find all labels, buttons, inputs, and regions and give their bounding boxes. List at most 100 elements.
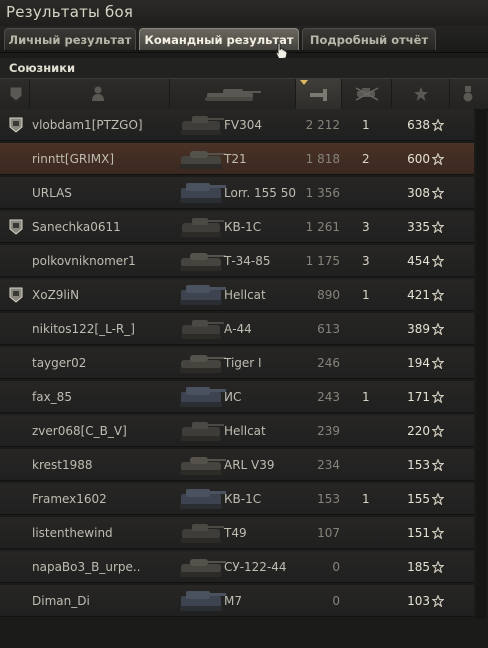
table-row[interactable]: tayger02 Tiger I 246 194 [0,347,474,379]
vehicle-thumbnail-icon [180,489,226,509]
table-header [0,78,488,110]
table-row[interactable]: URLAS Lorr. 155 50 1 356 308 [0,177,474,209]
table-row[interactable]: krest1988 ARL V39 234 153 [0,449,474,481]
vehicle-thumbnail-icon [181,422,224,441]
kills-value: 1 [362,118,370,132]
xp-value: 151 [407,526,430,540]
kills-value: 1 [362,390,370,404]
table-row[interactable]: Framex1602 КВ-1С 153 1 155 [0,483,474,515]
player-name: tayger02 [32,356,87,370]
vehicle-thumbnail-icon [180,591,226,611]
player-icon [92,86,104,101]
tab-personal-result[interactable]: Личный результат [4,28,136,50]
tank-icon [205,89,261,101]
xp-star-icon [432,561,444,573]
badge-icon [9,86,23,102]
table-row[interactable]: nikitos122[_L-R_] А-44 613 389 [0,313,474,345]
table-row[interactable]: XoZ9liN Hellcat 890 1 421 [0,279,474,311]
damage-value: 107 [317,526,340,540]
damage-value: 613 [317,322,340,336]
vehicle-thumbnail-icon [181,116,224,135]
column-header-player[interactable] [30,79,170,109]
vehicle-name: M7 [224,594,242,608]
damage-value: 1 818 [305,152,340,166]
table-row[interactable]: rinntt[GRIMX] T21 1 818 2 600 [0,143,474,175]
xp-value: 194 [407,356,430,370]
vehicle-name: Tiger I [224,356,262,370]
xp-star-icon [432,119,444,131]
vehicle-thumbnail-icon [180,253,226,271]
vehicle-name: Т-34-85 [224,254,271,268]
footer-area [0,619,488,648]
table-row[interactable]: vlobdam1[PTZGO] FV304 2 212 1 638 [0,109,474,141]
xp-value: 153 [407,458,430,472]
player-name: listenthewind [32,526,113,540]
player-name: vlobdam1[PTZGO] [32,118,143,132]
damage-value: 890 [317,288,340,302]
column-header-kills[interactable] [342,79,392,109]
xp-value: 335 [407,220,430,234]
vehicle-name: Hellcat [224,424,266,438]
xp-value: 220 [407,424,430,438]
player-name: Framex1602 [32,492,107,506]
allies-section-header: Союзники [0,58,488,78]
damage-value: 1 356 [305,186,340,200]
player-name: XoZ9liN [32,288,80,302]
vehicle-thumbnail-icon [181,320,224,339]
xp-value: 308 [407,186,430,200]
damage-value: 243 [317,390,340,404]
table-row[interactable]: zver068[C_B_V] Hellcat 239 220 [0,415,474,447]
vehicle-thumbnail-icon [181,524,224,543]
xp-value: 155 [407,492,430,506]
kills-value: 3 [362,254,370,268]
vehicle-thumbnail-icon [180,387,226,407]
damage-value: 2 212 [305,118,340,132]
xp-star-icon [432,323,444,335]
column-header-medals[interactable] [450,79,488,109]
damage-value: 234 [317,458,340,472]
xp-star-icon [432,595,444,607]
column-header-damage[interactable] [296,79,342,109]
vehicle-name: Hellcat [224,288,266,302]
player-name: nikitos122[_L-R_] [32,322,135,336]
table-row[interactable]: Sanechka0611 КВ-1С 1 261 3 335 [0,211,474,243]
kills-value: 1 [362,288,370,302]
kills-icon [355,87,379,101]
vehicle-name: КВ-1С [224,220,262,234]
column-header-xp[interactable] [392,79,450,109]
vehicle-name: FV304 [224,118,263,132]
vehicle-name: ИС [224,390,242,404]
xp-value: 171 [407,390,430,404]
table-scrollbar[interactable] [476,109,486,619]
player-name: Sanechka0611 [32,220,121,234]
xp-value: 103 [407,594,430,608]
xp-star-icon [432,391,444,403]
player-name: Diman_Di [32,594,90,608]
table-row[interactable]: napaBo3_B_urpe.. СУ-122-44 0 185 [0,551,474,583]
window-title-bar: Результаты боя [0,0,488,26]
damage-icon [310,89,327,101]
damage-value: 0 [332,560,340,574]
xp-star-icon [432,425,444,437]
xp-star-icon [432,255,444,267]
xp-value: 389 [407,322,430,336]
vehicle-name: Lorr. 155 50 [224,186,296,200]
column-header-badge[interactable] [0,79,30,109]
column-header-vehicle[interactable] [170,79,296,109]
vehicle-thumbnail-icon [180,285,226,305]
table-row[interactable]: fax_85 ИС 243 1 171 [0,381,474,413]
table-row[interactable]: polkovniknomer1 Т-34-85 1 175 3 454 [0,245,474,277]
table-row[interactable]: listenthewind T49 107 151 [0,517,474,549]
sort-arrow-icon [300,80,308,85]
player-name: URLAS [32,186,72,200]
table-row[interactable]: Diman_Di M7 0 103 [0,585,474,617]
xp-star-icon [432,221,444,233]
vehicle-thumbnail-icon [180,355,226,373]
vehicle-thumbnail-icon [180,151,226,169]
xp-value: 421 [407,288,430,302]
tab-detailed-report[interactable]: Подробный отчёт [302,28,436,50]
kills-value: 3 [362,220,370,234]
xp-star-icon [432,289,444,301]
xp-star-icon [432,187,444,199]
xp-star-icon [432,153,444,165]
